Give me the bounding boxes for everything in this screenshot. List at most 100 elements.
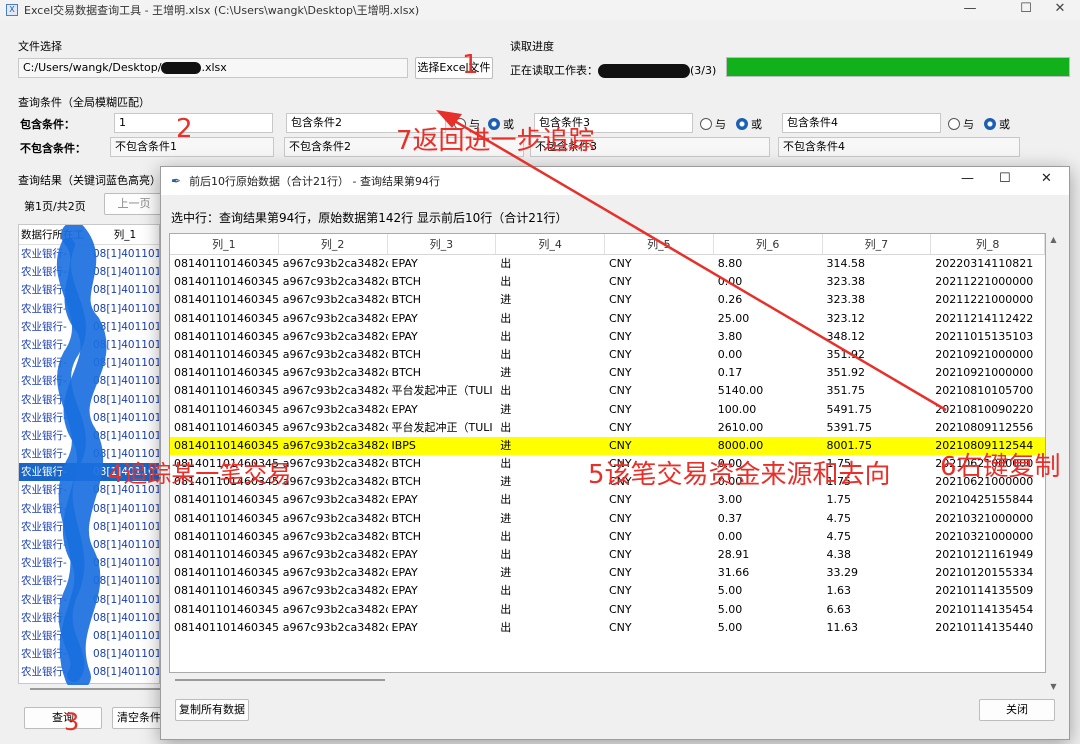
radio-circle: [736, 118, 748, 130]
data-cell: 4.75: [826, 529, 852, 543]
column-header[interactable]: 列_4: [496, 234, 605, 254]
data-row[interactable]: 081401101460345 a967c93b2ca3482d EPAY 出 CNY 5…: [170, 582, 1045, 600]
data-cell: 081401101460345: [174, 402, 279, 416]
dialog-close-button[interactable]: 关闭: [979, 699, 1055, 721]
clear-button[interactable]: 清空条件: [112, 707, 166, 729]
and-radio-3[interactable]: 与: [700, 116, 726, 132]
prev-page-button[interactable]: 上一页: [104, 193, 164, 215]
query-button[interactable]: 查询: [24, 707, 102, 729]
column-header[interactable]: 列_2: [279, 234, 388, 254]
data-cell: 323.38: [826, 293, 866, 307]
data-row[interactable]: 081401101460345 a967c93b2ca3482d 平台发起冲正（TU…: [170, 382, 1045, 400]
include-field-1[interactable]: 1: [114, 113, 273, 133]
dialog-close-icon[interactable]: ✕: [1041, 171, 1052, 186]
data-cell: CNY: [609, 275, 632, 289]
progress-bar: [726, 57, 1070, 77]
data-row[interactable]: 081401101460345 a967c93b2ca3482d EPAY 出 CNY 3…: [170, 328, 1045, 346]
data-cell: 20210120155334: [935, 566, 1034, 580]
annotation-7: 7返回进一步追踪: [396, 126, 595, 156]
exclude-field-4[interactable]: 不包含条件4: [778, 137, 1020, 157]
data-cell: 0.00: [717, 275, 743, 289]
scroll-up-icon[interactable]: ▲: [1046, 235, 1061, 244]
data-row[interactable]: 081401101460345 a967c93b2ca3482d EPAY 出 CNY 3…: [170, 491, 1045, 509]
data-cell: a967c93b2ca3482d: [282, 529, 388, 543]
dialog-minimize-icon[interactable]: —: [961, 171, 974, 186]
data-cell: 323.12: [826, 311, 866, 325]
or-radio-3[interactable]: 或: [736, 116, 762, 132]
close-icon[interactable]: ✕: [1040, 0, 1080, 20]
data-cell: CNY: [609, 438, 632, 452]
window-title: Excel交易数据查询工具 - 王增明.xlsx (C:\Users\wangk…: [24, 4, 420, 17]
column-header[interactable]: 列_5: [605, 234, 714, 254]
highlighted-row[interactable]: 081401101460345 a967c93b2ca3482d IBPS 进 CNY 8…: [170, 436, 1045, 456]
data-cell: 20210114135509: [935, 584, 1034, 598]
data-cell: 4.75: [826, 511, 852, 525]
data-cell: 3.00: [717, 493, 743, 507]
data-row[interactable]: 081401101460345 a967c93b2ca3482d BTCH 进 CNY 0…: [170, 510, 1045, 528]
data-row[interactable]: 081401101460345 a967c93b2ca3482d BTCH 出 CNY 0…: [170, 273, 1045, 291]
data-row[interactable]: 081401101460345 a967c93b2ca3482d BTCH 进 CNY 0…: [170, 291, 1045, 309]
data-cell: a967c93b2ca3482d: [282, 366, 388, 380]
column-header[interactable]: 列_8: [931, 234, 1045, 254]
data-row[interactable]: 081401101460345 a967c93b2ca3482d EPAY 出 CNY 5…: [170, 619, 1045, 637]
column-header[interactable]: 列_1: [170, 234, 279, 254]
data-cell: 348.12: [826, 329, 866, 343]
data-cell: 081401101460345: [174, 311, 279, 325]
data-row[interactable]: 081401101460345 a967c93b2ca3482d EPAY 出 CNY 2…: [170, 546, 1045, 564]
column-header[interactable]: 列_6: [714, 234, 823, 254]
data-cell: a967c93b2ca3482d: [282, 511, 388, 525]
data-row[interactable]: 081401101460345 a967c93b2ca3482d 平台发起冲正（TU…: [170, 419, 1045, 437]
data-cell: 351.75: [826, 384, 866, 398]
and-radio-4[interactable]: 与: [948, 116, 974, 132]
column-header[interactable]: 列_7: [823, 234, 932, 254]
exclude-label: 不包含条件：: [20, 142, 86, 155]
redaction-mark: [598, 64, 690, 78]
scroll-down-icon[interactable]: ▼: [1046, 682, 1061, 691]
data-cell: CNY: [609, 566, 632, 580]
data-cell: 进: [500, 438, 512, 452]
data-row[interactable]: 081401101460345 a967c93b2ca3482d BTCH 出 CNY 0…: [170, 346, 1045, 364]
dialog-maximize-icon[interactable]: ☐: [999, 171, 1011, 186]
data-cell: 081401101460345: [174, 366, 279, 380]
data-row[interactable]: 081401101460345 a967c93b2ca3482d BTCH 出 CNY 0…: [170, 528, 1045, 546]
data-cell: 出: [500, 602, 512, 616]
annotation-3: 3: [64, 708, 80, 736]
minimize-icon[interactable]: —: [948, 0, 992, 20]
radio-circle: [948, 118, 960, 130]
data-cell: BTCH: [391, 293, 422, 307]
choose-excel-button[interactable]: 选择Excel文件: [415, 57, 493, 79]
data-cell: 0.00: [717, 529, 743, 543]
data-cell: 20210425155844: [935, 493, 1034, 507]
include-field-4[interactable]: 包含条件4: [782, 113, 941, 133]
dialog-hscroll[interactable]: [175, 679, 385, 681]
data-row[interactable]: 081401101460345 a967c93b2ca3482d EPAY 进 CNY 1…: [170, 401, 1045, 419]
data-cell: a967c93b2ca3482d: [282, 347, 388, 361]
data-cell: BTCH: [391, 275, 422, 289]
data-cell: a967c93b2ca3482d: [282, 384, 388, 398]
data-row[interactable]: 081401101460345 a967c93b2ca3482d EPAY 出 CNY 2…: [170, 310, 1045, 328]
data-row[interactable]: 081401101460345 a967c93b2ca3482d EPAY 出 CNY 5…: [170, 601, 1045, 619]
and-label: 与: [963, 118, 974, 131]
data-row[interactable]: 081401101460345 a967c93b2ca3482d EPAY 进 CNY 3…: [170, 564, 1045, 582]
data-cell: 081401101460345: [174, 548, 279, 561]
data-row[interactable]: 081401101460345 a967c93b2ca3482d EPAY 出 CNY 8…: [170, 255, 1045, 273]
data-cell: 20211221000000: [935, 293, 1034, 307]
file-group-label: 文件选择: [18, 40, 62, 53]
data-cell: CNY: [609, 420, 632, 434]
data-cell: 100.00: [717, 402, 757, 416]
data-cell: 出: [500, 257, 512, 270]
file-path-suffix: .xlsx: [201, 61, 227, 74]
data-cell: BTCH: [391, 347, 422, 361]
feather-icon: ✒: [171, 174, 182, 188]
results-group-label: 查询结果（关键词蓝色高亮）: [18, 174, 161, 187]
copy-all-button[interactable]: 复制所有数据: [175, 699, 249, 721]
column-header[interactable]: 列_3: [388, 234, 497, 254]
data-cell: a967c93b2ca3482d: [282, 275, 388, 289]
data-cell: 8000.00: [717, 438, 764, 452]
or-radio-4[interactable]: 或: [984, 116, 1010, 132]
data-cell: BTCH: [391, 529, 422, 543]
data-cell: 8.80: [717, 257, 743, 270]
file-path-field[interactable]: C:/Users/wangk/Desktop/ .xlsx: [18, 58, 408, 78]
data-row[interactable]: 081401101460345 a967c93b2ca3482d BTCH 进 CNY 0…: [170, 364, 1045, 382]
progress-group-label: 读取进度: [510, 40, 554, 53]
